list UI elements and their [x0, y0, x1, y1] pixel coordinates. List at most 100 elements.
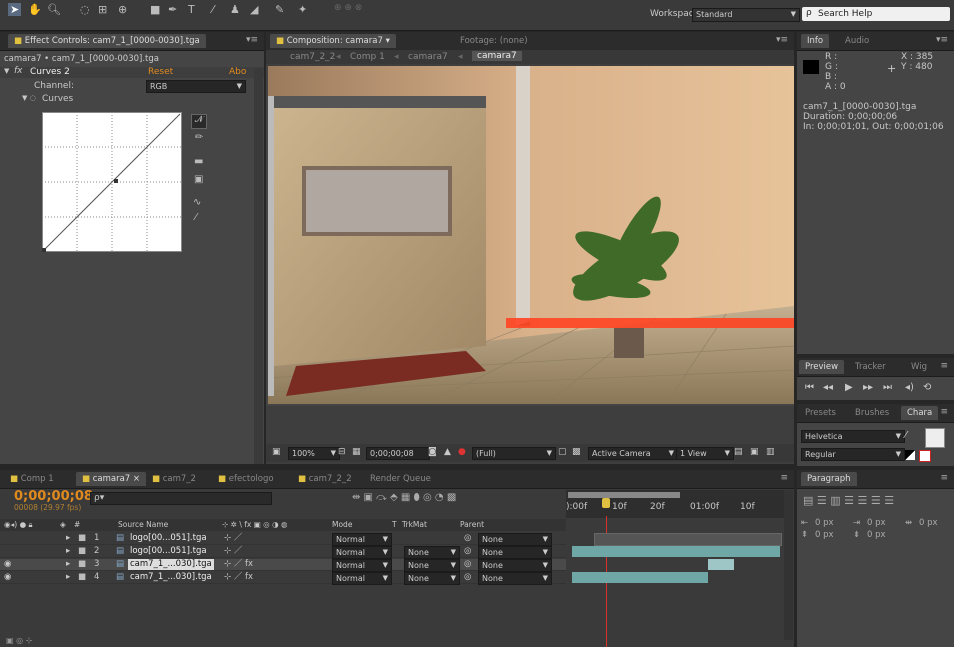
tab-audio[interactable]: Audio — [839, 34, 875, 48]
first-frame-icon[interactable]: ⏮ — [805, 382, 814, 393]
space-after-icon[interactable]: ⇟ — [853, 530, 860, 540]
panel-menu-icon[interactable]: ▾≡ — [776, 35, 788, 45]
mode-select[interactable]: Normal ▼ — [332, 559, 392, 572]
about-link[interactable]: Abo — [229, 67, 246, 77]
parent-select[interactable]: None ▼ — [478, 533, 552, 546]
zoom-select[interactable]: 100% ▼ — [288, 447, 340, 460]
layer-bar[interactable] — [572, 546, 780, 557]
indent-right-value[interactable]: 0 px — [867, 518, 886, 528]
view-layout-select[interactable]: 1 View ▼ — [676, 447, 734, 460]
last-frame-icon[interactable]: ⏭ — [883, 382, 892, 393]
time-ruler[interactable]: ):00f 10f 20f 01:00f 10f — [566, 490, 784, 518]
region-of-interest-icon[interactable]: ▢ — [558, 447, 567, 457]
resolution-select[interactable]: (Full) ▼ — [472, 447, 556, 460]
hand-tool-icon[interactable]: ✋ — [28, 3, 42, 16]
trkmat-select[interactable]: None ▼ — [404, 572, 460, 585]
table-row[interactable]: ▸ ■ 1 ▤ logo[00...051].tga ⊹ ／ Normal ▼ ◎… — [0, 533, 566, 546]
mode-select[interactable]: Normal ▼ — [332, 546, 392, 559]
zoom-tool-icon[interactable]: 🔍︎ — [47, 3, 61, 16]
switch-icons[interactable]: ⊹ ／ fx — [224, 559, 253, 570]
parent-select[interactable]: None ▼ — [478, 546, 552, 559]
open-folder-icon[interactable]: ▬ — [194, 156, 203, 167]
always-preview-icon[interactable]: ▣ — [272, 447, 281, 457]
label-color-swatch[interactable]: ■ — [78, 572, 86, 583]
space-before-value[interactable]: 0 px — [815, 530, 834, 540]
camera-select[interactable]: Active Camera ▼ — [588, 447, 678, 460]
parent-select[interactable]: None ▼ — [478, 572, 552, 585]
switch-icons[interactable]: ⊹ ／ — [224, 533, 242, 544]
tab-footage[interactable]: Footage: (none) — [454, 34, 534, 48]
indent-right-icon[interactable]: ⇥ — [853, 518, 860, 528]
tab-render-queue[interactable]: Render Queue — [364, 472, 437, 486]
layer-name[interactable]: logo[00...051].tga — [130, 546, 207, 557]
tab-brushes[interactable]: Brushes — [849, 406, 895, 420]
eye-icon[interactable]: ◉ — [4, 559, 11, 570]
tab-camara7[interactable]: ■ camara7 × — [76, 472, 147, 486]
no-fill-icon[interactable] — [919, 450, 931, 462]
pen-tool-icon[interactable]: ✒ — [168, 3, 177, 16]
playhead-handle[interactable] — [602, 498, 610, 508]
space-before-icon[interactable]: ⇞ — [801, 530, 808, 540]
brush-tool-icon[interactable]: ⁄ — [212, 3, 214, 16]
search-help-field[interactable]: ρ Search Help — [802, 7, 950, 21]
timeline-scrollbar[interactable] — [784, 490, 793, 640]
pickwhip-icon[interactable]: ◎ — [464, 533, 471, 544]
layer-bar[interactable] — [594, 533, 782, 546]
align-buttons[interactable]: ▤ ☰ ▥ ☰ ☰ ☰ ☰ — [803, 494, 894, 507]
axis-mode-icons[interactable]: ⊕ ⊕ ⊗ — [334, 3, 362, 13]
tab-comp-1[interactable]: ■ Comp 1 — [4, 472, 60, 486]
curve-tool-button[interactable]: 𝒩 — [191, 114, 207, 129]
next-frame-icon[interactable]: ▸▸ — [863, 382, 873, 393]
orbit-tool-icon[interactable]: ◌ — [80, 3, 90, 16]
font-style-select[interactable]: Regular ▼ — [801, 448, 905, 461]
tab-cam7-2[interactable]: ■ cam7_2 — [146, 472, 202, 486]
black-white-swatch-icon[interactable] — [905, 450, 915, 460]
pickwhip-icon[interactable]: ◎ — [464, 546, 471, 557]
label-color-swatch[interactable]: ■ — [78, 559, 86, 570]
camera-track-tool-icon[interactable]: ⊕ — [118, 3, 127, 16]
loop-icon[interactable]: ⟲ — [923, 382, 931, 393]
timeline-bottom-icons[interactable]: ▣ ◎ ⊹ — [6, 636, 32, 645]
save-icon[interactable]: ▣ — [194, 174, 203, 185]
tab-effect-controls[interactable]: ■ Effect Controls: cam7_1_[0000-0030].tg… — [8, 34, 206, 48]
tab-info[interactable]: Info — [801, 34, 830, 48]
tab-preview[interactable]: Preview — [799, 360, 845, 374]
panel-menu-icon[interactable]: ▾≡ — [246, 35, 258, 45]
type-tool-icon[interactable]: T — [188, 3, 195, 16]
smooth-icon[interactable]: ∿ — [193, 197, 201, 208]
workspace-select[interactable]: Standard ▼ — [692, 8, 800, 22]
panel-menu-icon[interactable]: ≡ — [940, 473, 948, 483]
panel-menu-icon[interactable]: ▾≡ — [936, 35, 948, 45]
panel-menu-icon[interactable]: ≡ — [780, 473, 788, 483]
indent-first-value[interactable]: 0 px — [919, 518, 938, 528]
timeline-timecode[interactable]: 0;00;00;08 — [14, 489, 93, 504]
tab-tracker[interactable]: Tracker — [849, 360, 892, 374]
pencil-icon[interactable]: ✏ — [195, 132, 203, 143]
fast-previews-icon[interactable]: ▣ — [750, 447, 759, 457]
layer-bar[interactable] — [572, 572, 708, 583]
eye-icon[interactable]: ◉ — [4, 572, 11, 583]
timecode-field[interactable]: 0;00;00;08 — [366, 447, 430, 460]
timeline-icon[interactable]: ▥ — [766, 447, 775, 457]
pan-behind-tool-icon[interactable]: ⊞ — [98, 3, 107, 16]
work-area-bar[interactable] — [568, 492, 680, 498]
disclosure-triangle-icon[interactable]: ▸ — [66, 546, 70, 557]
transparency-grid-icon[interactable]: ▩ — [572, 447, 581, 457]
reset-link[interactable]: Reset — [148, 67, 173, 77]
panel-menu-icon[interactable]: ≡ — [940, 361, 948, 371]
composition-viewer[interactable] — [266, 66, 794, 438]
timeline-switch-icons[interactable]: ⇹ ▣ ⤼ ⬘ ▦ ⬮ ◎ ◔ ▩ — [352, 492, 456, 503]
table-row[interactable]: ◉ ▸ ■ 3 ▤ cam7_1_...030].tga ⊹ ／ fx Norm… — [0, 559, 566, 572]
indent-left-icon[interactable]: ⇤ — [801, 518, 808, 528]
tab-cam7-2-2[interactable]: ■ cam7_2_2 — [292, 472, 358, 486]
breadcrumb-item[interactable]: camara7 — [408, 52, 448, 62]
eraser-tool-icon[interactable]: ◢ — [250, 3, 258, 16]
snapshot-icon[interactable]: ◙ — [428, 447, 437, 457]
puppet-pin-tool-icon[interactable]: ✦ — [298, 3, 307, 16]
switch-icons[interactable]: ⊹ ／ fx — [224, 572, 253, 583]
indent-left-value[interactable]: 0 px — [815, 518, 834, 528]
label-color-swatch[interactable]: ■ — [78, 546, 86, 557]
layer-name[interactable]: cam7_1_...030].tga — [128, 559, 214, 570]
fill-color-swatch[interactable] — [925, 428, 945, 448]
rgb-channel-icon[interactable]: ● — [458, 447, 466, 457]
